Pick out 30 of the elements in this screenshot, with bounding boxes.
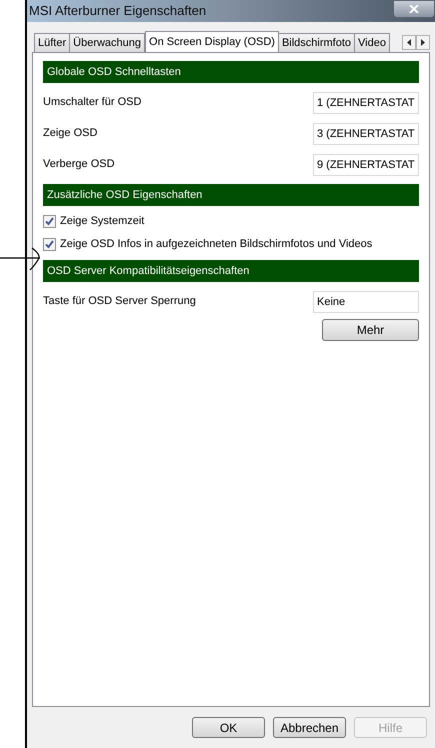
close-icon <box>409 5 419 13</box>
window-title: MSI Afterburner Eigenschaften <box>28 2 206 20</box>
close-button[interactable] <box>393 0 435 18</box>
tab[interactable]: Lüfter <box>34 33 70 52</box>
tab[interactable]: Bildschirmfoto <box>278 33 356 52</box>
checkbox[interactable] <box>43 215 56 228</box>
tab[interactable]: Überwachung <box>69 33 146 52</box>
checkbox-label: Zeige OSD Infos in aufgezeichneten Bildschirmfotos und Videos <box>60 237 372 252</box>
field-label: Umschalter für OSD <box>43 95 142 110</box>
input-field[interactable]: 9 (ZEHNERTASTAT <box>313 154 419 176</box>
left-triangle-icon <box>407 39 411 46</box>
field-label: Verberge OSD <box>43 157 115 172</box>
input-field[interactable]: Keine <box>313 290 419 312</box>
input-field[interactable]: 3 (ZEHNERTASTAT <box>313 122 419 144</box>
more-button[interactable]: Mehr <box>322 319 419 341</box>
checkbox-label: Zeige Systemzeit <box>60 214 144 230</box>
tab[interactable]: On Screen Display (OSD) <box>145 31 279 52</box>
input-field[interactable]: 1 (ZEHNERTASTAT <box>313 92 419 114</box>
section-header: Zusätzliche OSD Eigenschaften <box>43 184 419 206</box>
field-label: Taste für OSD Server Sperrung <box>43 294 196 310</box>
section-header: OSD Server Kompatibilitätseigenschaften <box>43 260 419 282</box>
scroll-right-button[interactable] <box>416 35 430 50</box>
checkbox[interactable] <box>43 238 56 251</box>
field-label: Zeige OSD <box>43 126 98 142</box>
right-triangle-icon <box>421 39 425 46</box>
dialog-button[interactable]: OK <box>192 717 265 738</box>
section-header: Globale OSD Schnelltasten <box>43 61 419 83</box>
dialog-button[interactable]: Abbrechen <box>273 717 346 738</box>
scroll-left-button[interactable] <box>402 35 416 50</box>
tab[interactable]: Video <box>354 33 390 52</box>
